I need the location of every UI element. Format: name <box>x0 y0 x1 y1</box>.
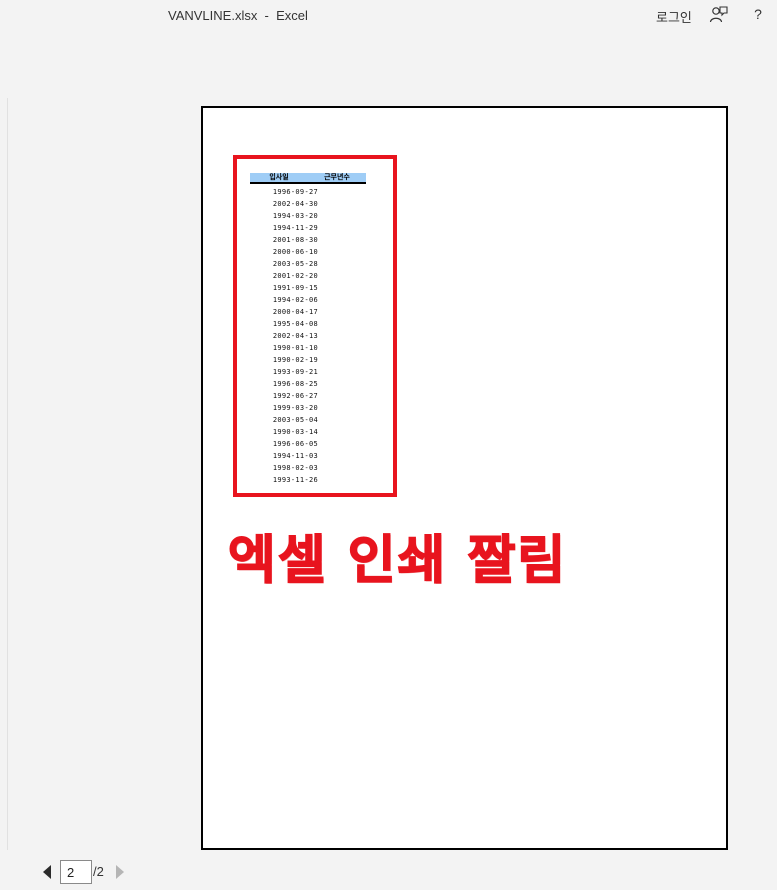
hire-date-cell: 1998-02-03 <box>272 464 318 472</box>
table-row: 1993-09-21 <box>250 366 366 378</box>
next-page-icon[interactable] <box>116 865 124 879</box>
table-row: 2003-05-04 <box>250 414 366 426</box>
hire-date-cell: 2000-04-17 <box>272 308 318 316</box>
hire-date-cell: 1991-09-15 <box>272 284 318 292</box>
table-row: 1994-11-29 <box>250 222 366 234</box>
hire-date-cell: 2002-04-30 <box>272 200 318 208</box>
table-row: 2002-04-30 <box>250 198 366 210</box>
table-row: 1996-08-25 <box>250 378 366 390</box>
hire-date-cell: 1994-11-03 <box>272 452 318 460</box>
hire-date-cell: 2002-04-13 <box>272 332 318 340</box>
table-row: 1990-03-14 <box>250 426 366 438</box>
sheet-rows: 1996-09-27 2002-04-30 1994-03-20 1994-11-29… <box>250 186 366 486</box>
table-row: 2003-05-28 <box>250 258 366 270</box>
table-row: 2000-06-10 <box>250 246 366 258</box>
hire-date-cell: 1994-02-06 <box>272 296 318 304</box>
previous-page-icon[interactable] <box>43 865 51 879</box>
hire-date-cell: 2003-05-04 <box>272 416 318 424</box>
table-row: 1998-02-03 <box>250 462 366 474</box>
sheet-table: 입사일 근무년수 1996-09-27 2002-04-30 1994-03-20 1… <box>250 173 366 486</box>
title-bar: VANVLINE.xlsx - Excel 로그인 ? <box>0 0 777 32</box>
hire-date-cell: 1996-08-25 <box>272 380 318 388</box>
preview-page: 입사일 근무년수 1996-09-27 2002-04-30 1994-03-20 1… <box>201 106 728 850</box>
table-row: 1994-02-06 <box>250 294 366 306</box>
page-total: /2 <box>93 864 104 879</box>
column-header-hire-date: 입사일 <box>269 173 289 181</box>
hire-date-cell: 1993-11-26 <box>272 476 318 484</box>
help-button[interactable]: ? <box>752 6 764 24</box>
table-row: 2002-04-13 <box>250 330 366 342</box>
annotation-caption: 엑셀 인쇄 짤림 <box>227 530 568 592</box>
table-row: 1990-01-10 <box>250 342 366 354</box>
table-row: 2000-04-17 <box>250 306 366 318</box>
hire-date-cell: 1990-03-14 <box>272 428 318 436</box>
sheet-header-row: 입사일 근무년수 <box>250 173 366 184</box>
hire-date-cell: 1990-02-19 <box>272 356 318 364</box>
signin-button[interactable]: 로그인 <box>656 7 692 26</box>
table-row: 2001-02-20 <box>250 270 366 282</box>
hire-date-cell: 1992-06-27 <box>272 392 318 400</box>
table-row: 1990-02-19 <box>250 354 366 366</box>
window-title: VANVLINE.xlsx - Excel <box>168 8 308 23</box>
page-number-input[interactable] <box>60 860 92 884</box>
hire-date-cell: 1994-11-29 <box>272 224 318 232</box>
table-row: 1999-03-20 <box>250 402 366 414</box>
feedback-icon[interactable] <box>709 5 729 25</box>
table-row: 1993-11-26 <box>250 474 366 486</box>
table-row: 1996-06-05 <box>250 438 366 450</box>
table-row: 2001-08-30 <box>250 234 366 246</box>
table-row: 1996-09-27 <box>250 186 366 198</box>
hire-date-cell: 1990-01-10 <box>272 344 318 352</box>
table-row: 1994-11-03 <box>250 450 366 462</box>
table-row: 1995-04-08 <box>250 318 366 330</box>
hire-date-cell: 1999-03-20 <box>272 404 318 412</box>
hire-date-cell: 2000-06-10 <box>272 248 318 256</box>
column-header-years: 근무년수 <box>324 173 350 181</box>
table-row: 1992-06-27 <box>250 390 366 402</box>
hire-date-cell: 2001-08-30 <box>272 236 318 244</box>
hire-date-cell: 1994-03-20 <box>272 212 318 220</box>
hire-date-cell: 2001-02-20 <box>272 272 318 280</box>
hire-date-cell: 1996-06-05 <box>272 440 318 448</box>
page-navigator: /2 <box>40 858 160 886</box>
hire-date-cell: 1996-09-27 <box>272 188 318 196</box>
hire-date-cell: 1995-04-08 <box>272 320 318 328</box>
hire-date-cell: 1993-09-21 <box>272 368 318 376</box>
hire-date-cell: 2003-05-28 <box>272 260 318 268</box>
table-row: 1994-03-20 <box>250 210 366 222</box>
table-row: 1991-09-15 <box>250 282 366 294</box>
